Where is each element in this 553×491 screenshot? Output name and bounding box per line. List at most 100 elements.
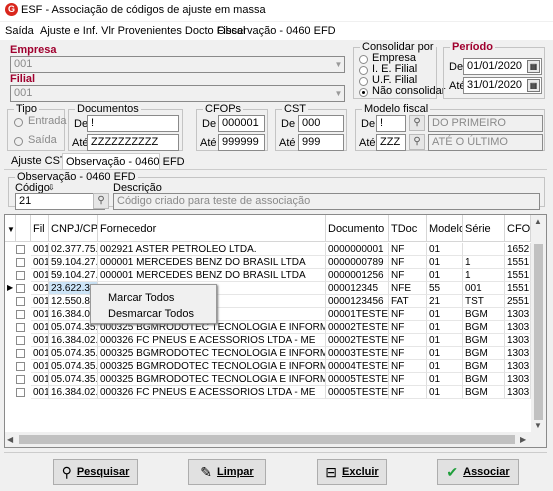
table-cell[interactable]: 000012345 [326,282,389,295]
table-cell[interactable]: 001 [31,282,49,295]
calendar-icon[interactable]: ▦ [527,60,540,73]
table-cell[interactable]: NF [389,243,427,256]
table-cell[interactable]: BGM [463,308,505,321]
table-cell[interactable]: 1551 [505,282,531,295]
cst-ate-field[interactable]: 999 [298,134,344,151]
table-cell[interactable]: NFE [389,282,427,295]
menu-desmarcar-todos[interactable]: Desmarcar Todos [108,308,194,320]
table-cell[interactable]: 000326 FC PNEUS E ACESSORIOS LTDA - ME [98,386,326,399]
table-cell[interactable]: 01 [427,347,463,360]
table-row[interactable]: 00105.074.35...000325 BGMRODOTEC TECNOLO… [5,321,546,334]
table-cell[interactable]: 001 [31,308,49,321]
cfop-de-field[interactable]: 000001 [218,115,265,132]
col-tdoc[interactable]: TDoc [389,215,427,242]
table-cell[interactable] [463,243,505,256]
table-row[interactable]: 00105.074.35...000325 BGMRODOTEC TECNOLO… [5,347,546,360]
radio-uf-filial[interactable] [359,77,368,86]
table-cell[interactable]: 00002TESTE [326,321,389,334]
table-cell[interactable]: BGM [463,360,505,373]
binoculars-icon[interactable]: ⚲ [409,115,425,131]
table-cell[interactable]: 1303 [505,308,531,321]
table-cell[interactable]: 05.074.35... [49,347,98,360]
table-cell[interactable]: NF [389,308,427,321]
table-cell[interactable]: NF [389,269,427,282]
table-cell[interactable]: 001 [31,269,49,282]
table-cell[interactable]: 1551 [505,269,531,282]
menu-marcar-todos[interactable]: Marcar Todos [108,292,174,304]
chevron-up-icon[interactable]: ▲ [534,217,542,226]
table-cell[interactable]: 000326 FC PNEUS E ACESSORIOS LTDA - ME [98,334,326,347]
table-row[interactable]: 00102.377.75...002921 ASTER PETROLEO LTD… [5,243,546,256]
doc-de-field[interactable]: ! [87,115,179,132]
table-cell[interactable]: 01 [427,256,463,269]
radio-saida[interactable] [14,137,23,146]
table-cell[interactable]: 001 [31,321,49,334]
table-cell[interactable]: 16.384.02... [49,334,98,347]
table-row[interactable]: 00112.550.8...LTDA0000123456FAT21TST2551 [5,295,546,308]
table-row[interactable]: ▶00123.622.3...BRASIL LTDA000012345NFE55… [5,282,546,295]
calendar-icon[interactable]: ▦ [527,79,540,92]
table-cell[interactable]: 000001 MERCEDES BENZ DO BRASIL LTDA [98,269,326,282]
table-cell[interactable]: 01 [427,308,463,321]
row-checkbox[interactable] [16,271,25,280]
table-cell[interactable]: 002921 ASTER PETROLEO LTDA. [98,243,326,256]
table-cell[interactable]: NF [389,256,427,269]
table-cell[interactable]: NF [389,386,427,399]
radio-entrada[interactable] [14,118,23,127]
table-cell[interactable]: 05.074.35... [49,373,98,386]
table-cell[interactable]: 1 [463,256,505,269]
table-cell[interactable]: 001 [463,282,505,295]
table-cell[interactable]: 001 [31,256,49,269]
table-cell[interactable]: 01 [427,321,463,334]
row-checkbox[interactable] [16,245,25,254]
empresa-field[interactable]: 001 ▼ [10,56,345,73]
table-cell[interactable]: 1303 [505,360,531,373]
table-cell[interactable]: 00005TESTE [326,386,389,399]
table-cell[interactable]: 01 [427,269,463,282]
cst-de-field[interactable]: 000 [298,115,344,132]
table-cell[interactable]: 16.384.02... [49,386,98,399]
modelo-de-field[interactable]: ! [376,115,406,132]
modelo-ate-field[interactable]: ZZZ [376,134,406,151]
table-cell[interactable]: 1551 [505,256,531,269]
table-cell[interactable]: 02.377.75... [49,243,98,256]
table-cell[interactable]: NF [389,334,427,347]
table-row[interactable]: 00159.104.27...000001 MERCEDES BENZ DO B… [5,256,546,269]
cfop-ate-field[interactable]: 999999 [218,134,265,151]
table-cell[interactable]: 01 [427,386,463,399]
binoculars-icon[interactable]: ⚲ [409,134,425,150]
table-cell[interactable]: 001 [31,295,49,308]
radio-nao-consolidar[interactable] [359,88,368,97]
tab-ajuste-cst[interactable]: Ajuste CST [8,153,70,169]
table-cell[interactable]: 001 [31,360,49,373]
vertical-scrollbar[interactable]: ▲ ▼ [531,215,546,447]
table-cell[interactable]: 2551 [505,295,531,308]
horizontal-scrollbar[interactable]: ◀ ▶ [5,432,531,447]
table-cell[interactable]: 00005TESTE [326,373,389,386]
table-cell[interactable]: 001 [31,334,49,347]
table-cell[interactable]: BGM [463,347,505,360]
data-grid[interactable]: ▼ Fil CNPJ/CPF... Fornecedor Documento T… [4,214,547,448]
col-fil[interactable]: Fil [31,215,49,242]
row-checkbox[interactable] [16,310,25,319]
chevron-down-icon[interactable]: ▼ [333,57,344,72]
table-cell[interactable]: 55 [427,282,463,295]
table-cell[interactable]: 1303 [505,347,531,360]
table-cell[interactable]: NF [389,321,427,334]
table-row[interactable]: 00159.104.27...000001 MERCEDES BENZ DO B… [5,269,546,282]
col-serie[interactable]: Série [463,215,505,242]
table-cell[interactable]: 00001TESTE [326,308,389,321]
menu-observacao[interactable]: Observação - 0460 EFD [217,25,336,37]
table-cell[interactable]: 01 [427,373,463,386]
table-cell[interactable]: 00002TESTE [326,334,389,347]
doc-ate-field[interactable]: ZZZZZZZZZZ [87,134,179,151]
table-row[interactable]: 00116.384.02...000326 FC PNEUS E ACESSOR… [5,386,546,399]
table-cell[interactable]: 1652 [505,243,531,256]
chevron-right-icon[interactable]: ▶ [520,435,526,444]
hscroll-thumb[interactable] [19,435,515,444]
row-checkbox[interactable] [16,388,25,397]
grid-select-all[interactable]: ▼ [5,215,16,242]
table-cell[interactable]: 21 [427,295,463,308]
radio-ie-filial[interactable] [359,66,368,75]
table-cell[interactable]: BGM [463,321,505,334]
